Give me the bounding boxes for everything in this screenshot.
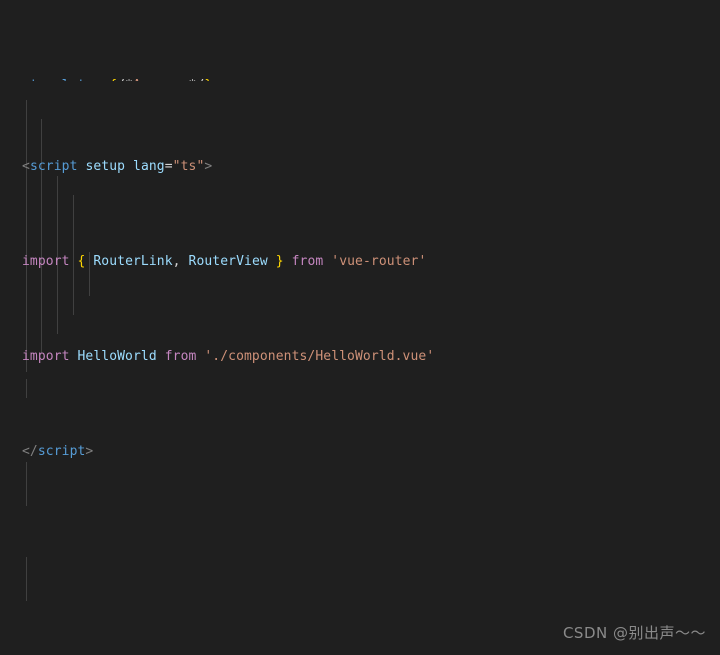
code-editor[interactable]: <template> {/*App.vue*/} <script setup l… — [0, 0, 720, 655]
code-line: import HelloWorld from './components/Hel… — [22, 349, 435, 364]
code-line: <script setup lang="ts"> — [22, 159, 213, 174]
code-line: </script> — [22, 444, 94, 459]
code-content[interactable]: <template> {/*App.vue*/} <script setup l… — [0, 0, 720, 655]
csdn-watermark: CSDN @别出声～～ — [562, 624, 706, 642]
code-line-clipped: <template> {/*App.vue*/} — [22, 76, 720, 81]
code-line: import { RouterLink, RouterView } from '… — [22, 254, 427, 269]
